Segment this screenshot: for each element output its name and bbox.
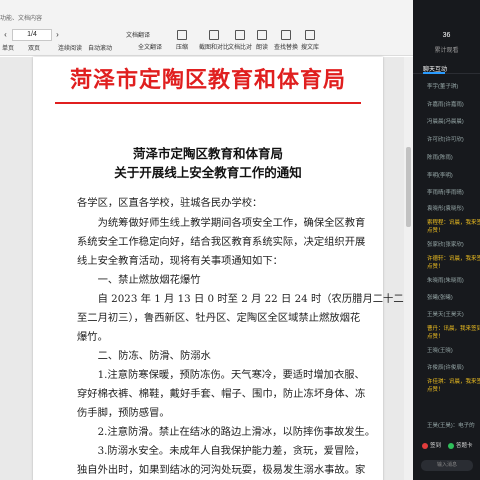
paragraph-line: 3.防溺水安全。未成年人自我保护能力差，贪玩，爱冒险，	[77, 445, 365, 457]
paragraph-line: 伤手脚，预防感冒。	[77, 407, 170, 419]
chat-message: 陈雨(陈雨)	[427, 155, 453, 161]
document-page: 菏泽市定陶区教育和体育局 菏泽市定陶区教育和体育局 关于开展线上安全教育工作的通…	[33, 57, 404, 480]
chat-message: 点赞！	[427, 264, 444, 270]
app-window: 功能、文档内容 ‹ 1/4 › 文档翻译 全文翻译 压缩 截图和对比 文档比对 …	[0, 0, 480, 480]
chat-message: 王昊天(王昊天)	[427, 312, 464, 318]
tab-chat[interactable]: 聊天互动	[413, 62, 480, 74]
section-heading: 一、禁止燃放烟花爆竹	[77, 274, 201, 286]
scroll-thumb[interactable]	[406, 147, 411, 227]
find-replace-icon	[281, 30, 291, 40]
view-count: 36	[442, 32, 451, 39]
chat-message: 许德轩：讯晨，我来签到	[427, 256, 480, 262]
chat-message: 李雨晴(李雨晴)	[427, 190, 464, 196]
next-page-button[interactable]: ›	[53, 30, 62, 40]
paragraph-line: 自 2023 年 1 月 13 日 0 时至 2 月 22 日 24 时（农历腊…	[77, 293, 404, 305]
doc-translate-label: 文档翻译	[125, 33, 150, 39]
search-library-tool[interactable]: 搜文库	[294, 30, 326, 54]
chat-message: 许俊辰(许俊辰)	[427, 365, 464, 371]
chat-message: 王晓(王晓)	[427, 348, 453, 354]
chat-message: 许佳琪：讯晨，我来签到	[427, 379, 480, 385]
chat-message: 冯晨晨(冯晨晨)	[427, 119, 464, 125]
live-side-panel: 36 累计观看 聊天互动 李宇(董子琪) 许嘉雨(许嘉雨) 冯晨晨(冯晨晨) 许…	[413, 0, 480, 480]
double-page-button[interactable]: 双页	[28, 43, 40, 52]
paragraph-line: 系统安全工作稳定向好，结合我区教育系统实际，决定组织开展	[77, 236, 366, 248]
document-viewport[interactable]: 菏泽市定陶区教育和体育局 菏泽市定陶区教育和体育局 关于开展线上安全教育工作的通…	[0, 57, 413, 480]
speaker-icon	[257, 30, 267, 40]
toolbar-search-hint[interactable]: 功能、文档内容	[0, 13, 42, 22]
chat-message: 许可欣(许可欣)	[427, 137, 464, 143]
search-library-label: 搜文库	[300, 45, 319, 51]
paragraph-line: 各学区，区直各学校，驻城各民办学校：	[77, 197, 263, 209]
single-page-button[interactable]: 单页	[2, 43, 14, 52]
chat-message: 王昊(王昊)：电子的	[427, 423, 475, 429]
answer-card-button[interactable]: 答题卡	[447, 440, 473, 452]
paragraph-line: 爆竹。	[77, 331, 108, 343]
section-heading: 二、防冻、防滑、防溺水	[77, 350, 211, 362]
chat-message: 点赞！	[427, 334, 444, 340]
continuous-read-button[interactable]: 连续阅读	[58, 43, 82, 52]
sign-in-button[interactable]: 签到	[421, 440, 441, 452]
paragraph-line: 穿好棉衣裤、棉鞋，戴好手套、帽子、围巾，防止冻坏身体、冻	[77, 388, 366, 400]
screenshot-icon	[209, 30, 219, 40]
paragraph-line: 2.注意防滑。禁止在结冰的路边上滑冰，以防摔伤事故发生。	[77, 426, 376, 438]
chat-message: 张家欣(张家欣)	[427, 242, 464, 248]
chat-message: 袁晓彤(袁晓彤)	[427, 206, 464, 212]
chat-message: 曹丹：讯晨，我来签到	[427, 326, 480, 332]
full-translate-label: 全文翻译	[137, 45, 162, 51]
doc-title-line-1: 菏泽市定陶区教育和体育局	[132, 146, 283, 161]
compress-icon	[177, 30, 187, 40]
page-number-field[interactable]: 1/4	[12, 29, 52, 41]
chat-message: 李明(李明)	[427, 173, 453, 179]
red-divider	[55, 102, 361, 104]
chat-message: 索程程：讯晨，我来签到	[427, 220, 480, 226]
doc-title-line-2: 关于开展线上安全教育工作的通知	[114, 165, 302, 180]
paragraph-line: 至二月初三），鲁西新区、牡丹区、定陶区全区域禁止燃放烟花	[77, 312, 361, 324]
chat-message: 张曦(张曦)	[427, 295, 453, 301]
letterhead: 菏泽市定陶区教育和体育局	[69, 67, 346, 93]
paragraph-line: 为统筹做好师生线上教学期间各项安全工作，确保全区教育	[77, 217, 366, 229]
chat-message: 李宇(董子琪)	[427, 84, 459, 90]
panel-action-row: 签到 答题卡	[413, 440, 480, 454]
page-navigator: ‹ 1/4 ›	[0, 29, 64, 41]
prev-page-button[interactable]: ‹	[1, 30, 10, 40]
paragraph-line: 独自外出时，如果到结冰的河沟处玩耍，极易发生溺水事故。家	[77, 464, 366, 476]
tab-active-indicator	[423, 72, 445, 74]
paragraph-line: 线上安全教育活动，现将有关事项通知如下：	[77, 255, 283, 267]
chat-message: 许嘉雨(许嘉雨)	[427, 102, 464, 108]
chat-message: 点赞！	[427, 228, 444, 234]
view-count-label: 累计观看	[434, 48, 459, 54]
chat-message: 点赞！	[427, 387, 444, 393]
chat-input[interactable]: 输入消息	[421, 460, 473, 471]
document-scrollbar[interactable]	[404, 57, 413, 480]
auto-scroll-button[interactable]: 自动滚动	[88, 43, 112, 52]
view-mode-row: 单页 双页 连续阅读 自动滚动	[0, 41, 120, 53]
library-icon	[305, 30, 315, 40]
paragraph-line: 1.注意防寒保暖，预防冻伤。天气寒冷，要适时增加衣服、	[77, 369, 365, 381]
doc-compare-icon	[235, 30, 245, 40]
chat-message: 朱晓雨(朱晓雨)	[427, 278, 464, 284]
toolbar: 功能、文档内容 ‹ 1/4 › 文档翻译 全文翻译 压缩 截图和对比 文档比对 …	[0, 0, 413, 56]
